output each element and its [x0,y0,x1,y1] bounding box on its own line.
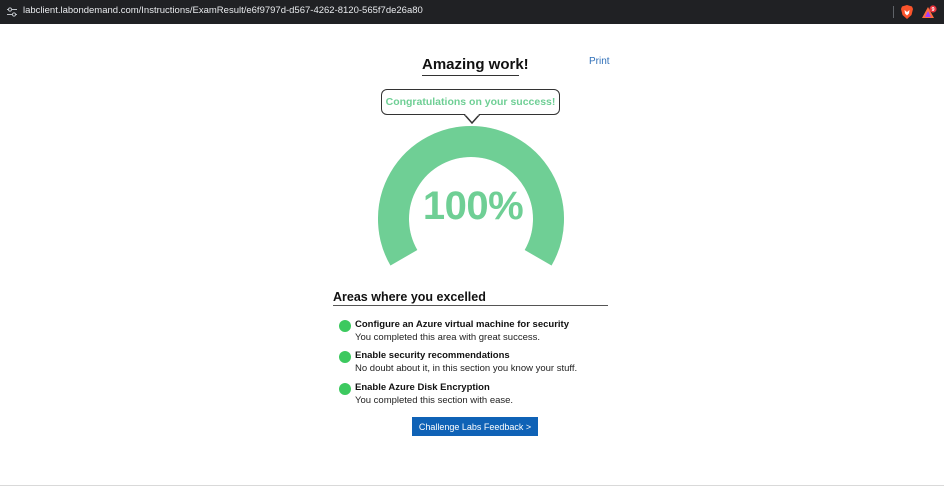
area-description: No doubt about it, in this section you k… [355,363,578,374]
area-title: Configure an Azure virtual machine for s… [355,319,569,330]
bubble-text: Congratulations on your success! [385,96,556,108]
area-title: Enable Azure Disk Encryption [355,382,490,393]
print-link[interactable]: Print [589,56,610,67]
browser-address-bar: labclient.labondemand.com/Instructions/E… [0,0,944,24]
url-text[interactable]: labclient.labondemand.com/Instructions/E… [23,5,423,16]
bubble-tail [464,114,480,124]
areas-excelled-title: Areas where you excelled [333,290,608,306]
rewards-badge-count: 9 [931,7,934,13]
site-info-icon[interactable] [6,6,18,18]
area-description: You completed this section with ease. [355,395,514,406]
congratulations-bubble: Congratulations on your success! [381,89,560,115]
toolbar-divider [893,6,894,18]
success-dot-icon [339,320,351,332]
score-percentage: 100% [422,184,524,228]
page-divider [0,485,944,486]
area-description: You completed this area with great succe… [355,332,540,343]
success-dot-icon [339,351,351,363]
brave-shield-icon[interactable] [900,4,914,20]
area-title: Enable security recommendations [355,350,510,361]
challenge-labs-feedback-button[interactable]: Challenge Labs Feedback > [412,417,538,436]
success-dot-icon [339,383,351,395]
result-heading: Amazing work! [422,56,529,76]
brave-rewards-icon[interactable]: 9 [921,5,937,20]
